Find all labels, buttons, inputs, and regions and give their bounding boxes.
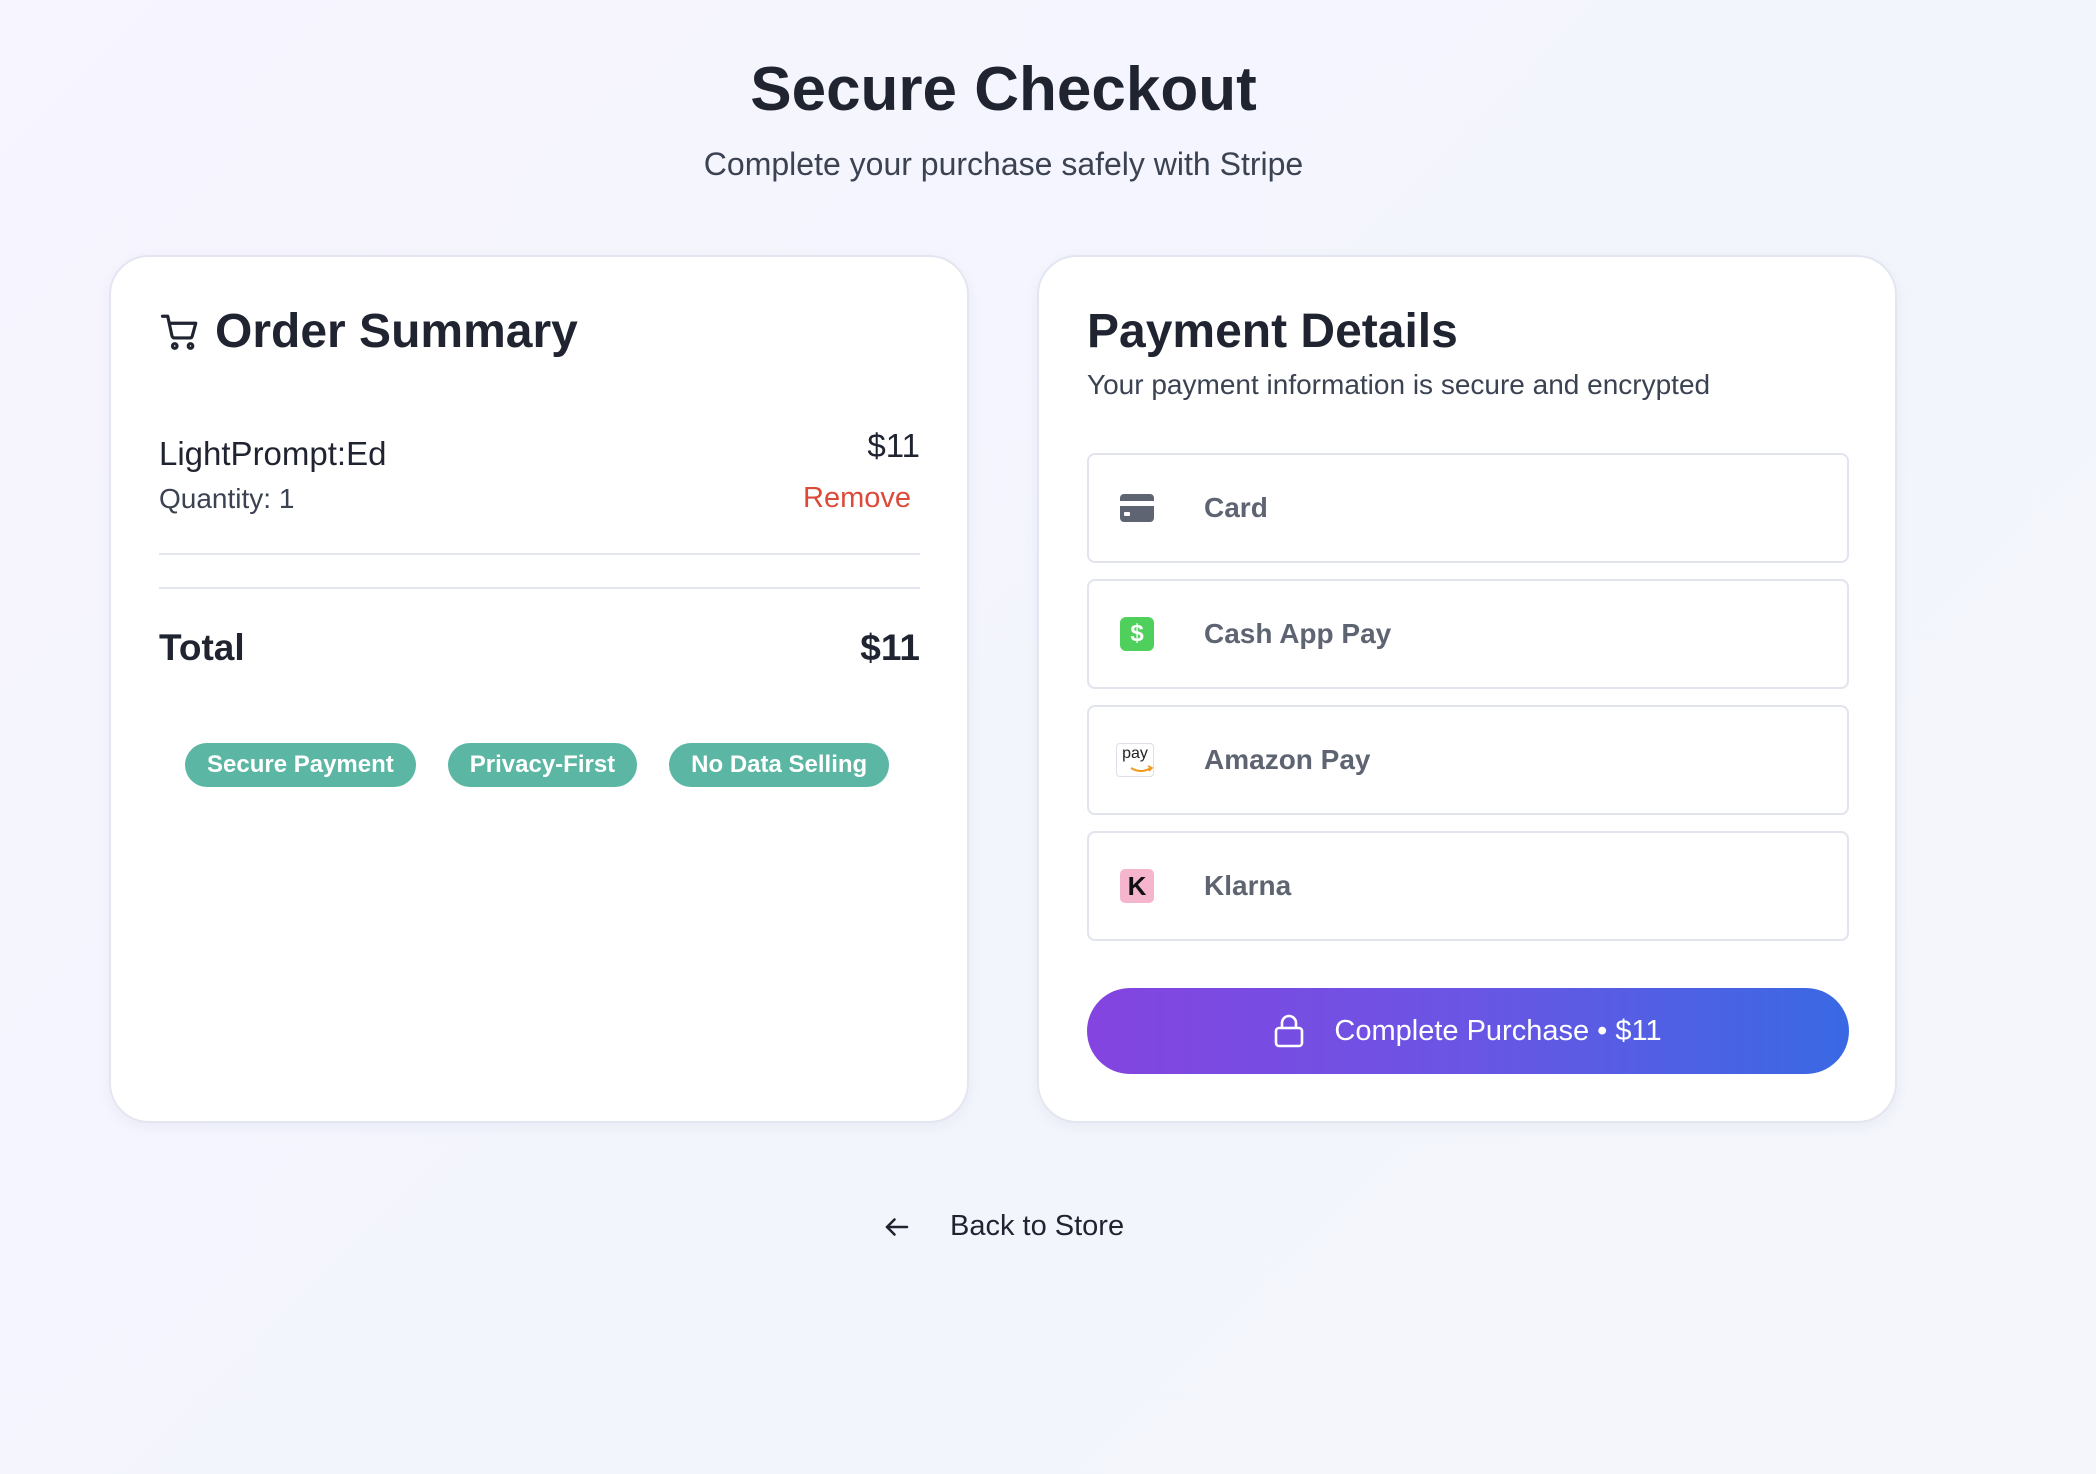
- page-subtitle: Complete your purchase safely with Strip…: [703, 146, 1304, 182]
- remove-item-button[interactable]: Remove: [803, 482, 911, 515]
- payment-details-subtitle: Your payment information is secure and e…: [1087, 369, 1711, 400]
- amazon-pay-icon: pay: [1116, 743, 1154, 777]
- payment-details-card: Payment Details Your payment information…: [1037, 255, 1897, 1123]
- cashapp-icon-wrap: $: [1120, 617, 1154, 651]
- payment-details-title: Payment Details: [1087, 305, 1458, 358]
- badge-secure-payment: Secure Payment: [185, 743, 416, 787]
- payment-option-label: Amazon Pay: [1204, 744, 1371, 775]
- trust-badges: Secure Payment Privacy-First No Data Sel…: [185, 743, 890, 787]
- amazon-pay-icon-wrap: pay: [1116, 743, 1154, 777]
- klarna-icon: K: [1120, 869, 1154, 903]
- order-summary-card: Order Summary LightPrompt:Ed $11 Quantit…: [109, 255, 969, 1123]
- payment-option-card[interactable]: Card: [1087, 453, 1849, 563]
- page-header: Secure Checkout Complete your purchase s…: [0, 52, 2007, 184]
- cashapp-icon: $: [1120, 617, 1154, 651]
- divider: [159, 587, 920, 589]
- badge-privacy-first: Privacy-First: [447, 743, 638, 787]
- payment-option-label: Cash App Pay: [1204, 618, 1392, 649]
- page-title: Secure Checkout: [750, 55, 1257, 124]
- item-name: LightPrompt:Ed: [159, 435, 387, 472]
- divider: [159, 553, 920, 555]
- klarna-icon-wrap: K: [1120, 869, 1154, 903]
- complete-purchase-button[interactable]: Complete Purchase • $11: [1087, 988, 1849, 1074]
- item-price: $11: [867, 427, 920, 464]
- back-to-store-label: Back to Store: [950, 1210, 1125, 1242]
- payment-option-cashapp[interactable]: $ Cash App Pay: [1087, 579, 1849, 689]
- payment-option-label: Card: [1204, 492, 1268, 523]
- lock-icon: [1275, 1014, 1304, 1048]
- total-label: Total: [159, 627, 245, 668]
- back-to-store-link[interactable]: Back to Store: [882, 1210, 1124, 1243]
- arrow-left-icon: [885, 1217, 909, 1236]
- payment-option-amazon-pay[interactable]: pay Amazon Pay: [1087, 705, 1849, 815]
- payment-option-klarna[interactable]: K Klarna: [1087, 831, 1849, 941]
- order-summary-title: Order Summary: [215, 305, 578, 358]
- payment-option-label: Klarna: [1204, 870, 1292, 901]
- badge-no-data-selling: No Data Selling: [669, 743, 890, 787]
- order-summary-header: Order Summary: [159, 303, 578, 361]
- total-value: $11: [860, 627, 920, 668]
- complete-purchase-label: Complete Purchase • $11: [1334, 1014, 1662, 1047]
- item-quantity: Quantity: 1: [159, 483, 295, 514]
- card-icon: [1120, 491, 1154, 525]
- cart-icon: [160, 314, 198, 350]
